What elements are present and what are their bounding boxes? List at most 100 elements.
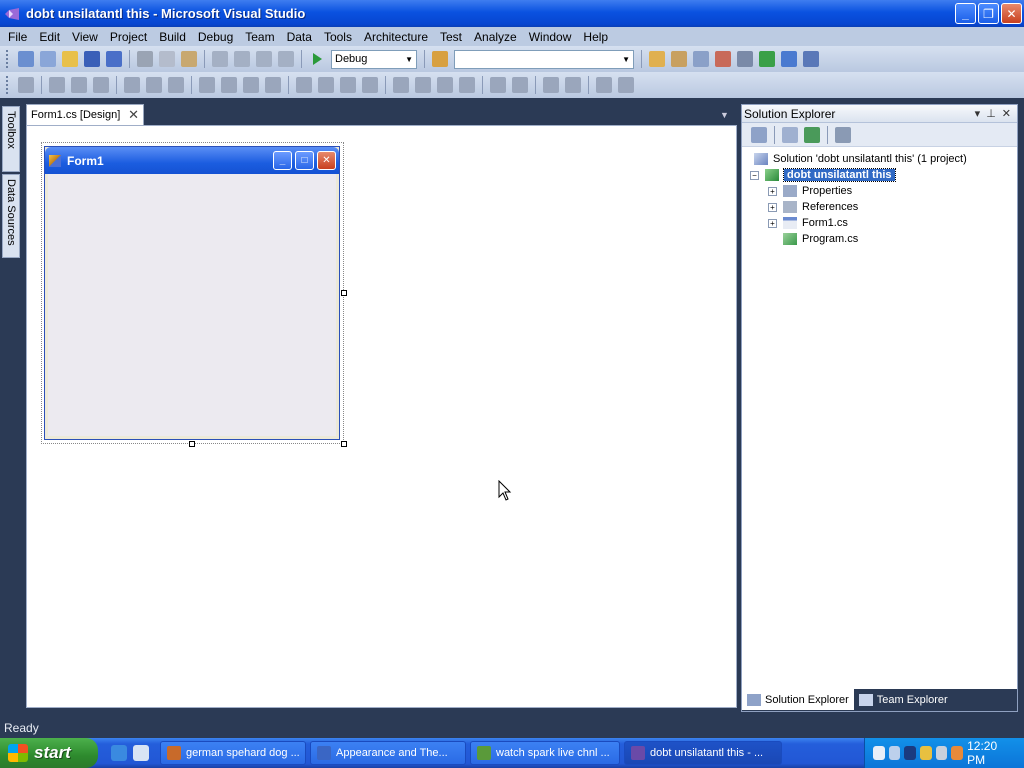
increase-vertical-spacing-icon[interactable] xyxy=(415,77,431,93)
tree-node-solution[interactable]: Solution 'dobt unsilatantl this' (1 proj… xyxy=(742,151,1017,167)
internet-explorer-icon[interactable] xyxy=(111,745,127,761)
security-shield-icon[interactable] xyxy=(920,746,932,760)
view-class-diagram-icon[interactable] xyxy=(835,126,851,143)
solution-configuration-select[interactable]: Debug ▼ xyxy=(331,49,417,69)
lock-controls-icon[interactable] xyxy=(618,77,634,93)
align-rights-icon[interactable] xyxy=(93,77,109,93)
menu-tools[interactable]: Tools xyxy=(318,30,358,44)
menu-analyze[interactable]: Analyze xyxy=(468,30,523,44)
restore-button[interactable]: ❐ xyxy=(978,3,999,24)
tree-node-references[interactable]: + References xyxy=(742,199,1017,215)
start-debugging-icon[interactable] xyxy=(309,51,325,67)
remove-horizontal-spacing-icon[interactable] xyxy=(362,77,378,93)
remove-vertical-spacing-icon[interactable] xyxy=(459,77,475,93)
form1-title-bar[interactable]: Form1 _ □ ✕ xyxy=(45,147,339,174)
undo-icon[interactable] xyxy=(212,51,228,67)
resize-handle-bottom[interactable] xyxy=(189,441,195,447)
object-browser-icon[interactable] xyxy=(693,51,709,67)
minimize-button[interactable]: _ xyxy=(955,3,976,24)
menu-data[interactable]: Data xyxy=(281,30,318,44)
close-button[interactable]: ✕ xyxy=(1001,3,1022,24)
taskbar-item[interactable]: german spehard dog ... xyxy=(160,741,306,765)
menu-build[interactable]: Build xyxy=(153,30,192,44)
menu-debug[interactable]: Debug xyxy=(192,30,239,44)
tab-order-icon[interactable] xyxy=(596,77,612,93)
search-icon[interactable] xyxy=(951,746,964,760)
menu-help[interactable]: Help xyxy=(577,30,614,44)
show-desktop-icon[interactable] xyxy=(133,745,149,761)
menu-edit[interactable]: Edit xyxy=(33,30,66,44)
decrease-vertical-spacing-icon[interactable] xyxy=(437,77,453,93)
form1-window[interactable]: Form1 _ □ ✕ xyxy=(44,146,340,440)
navigate-forward-icon[interactable] xyxy=(278,51,294,67)
toolbox-tab[interactable]: Toolbox xyxy=(2,106,20,172)
tree-node-project[interactable]: − dobt unsilatantl this xyxy=(742,167,1017,183)
open-folder-icon[interactable] xyxy=(62,51,78,67)
center-vertically-icon[interactable] xyxy=(512,77,528,93)
properties-icon[interactable] xyxy=(751,126,767,143)
menu-team[interactable]: Team xyxy=(239,30,280,44)
start-button[interactable]: start xyxy=(0,738,98,768)
active-files-dropdown-icon[interactable]: ▼ xyxy=(720,110,729,120)
redo-icon[interactable] xyxy=(234,51,250,67)
data-sources-tab[interactable]: Data Sources xyxy=(2,174,20,258)
solution-explorer-icon[interactable] xyxy=(649,51,665,67)
make-same-width-icon[interactable] xyxy=(199,77,215,93)
paste-icon[interactable] xyxy=(181,51,197,67)
toolbar-grip[interactable] xyxy=(6,76,9,94)
form1-client-area[interactable] xyxy=(48,174,336,436)
volume-icon[interactable] xyxy=(935,746,948,760)
close-icon[interactable]: ✕ xyxy=(128,107,139,123)
taskbar-item[interactable]: watch spark live chnl ... xyxy=(470,741,620,765)
show-all-files-icon[interactable] xyxy=(782,126,798,143)
copy-icon[interactable] xyxy=(159,51,175,67)
tab-solution-explorer[interactable]: Solution Explorer xyxy=(742,689,854,710)
tree-node-program[interactable]: Program.cs xyxy=(742,231,1017,247)
resize-handle-bottom-right[interactable] xyxy=(341,441,347,447)
expand-icon[interactable]: + xyxy=(768,186,777,196)
command-window-icon[interactable] xyxy=(803,51,819,67)
send-to-back-icon[interactable] xyxy=(565,77,581,93)
add-item-icon[interactable] xyxy=(40,51,56,67)
menu-file[interactable]: File xyxy=(2,30,33,44)
collapse-icon[interactable]: − xyxy=(750,170,759,180)
make-same-size-icon[interactable] xyxy=(265,77,281,93)
bring-to-front-icon[interactable] xyxy=(543,77,559,93)
window-position-dropdown-icon[interactable]: ▾ xyxy=(975,107,981,120)
help-icon[interactable] xyxy=(873,746,885,760)
menu-architecture[interactable]: Architecture xyxy=(358,30,434,44)
network-icon[interactable] xyxy=(904,746,917,760)
menu-view[interactable]: View xyxy=(66,30,104,44)
align-middles-icon[interactable] xyxy=(146,77,162,93)
start-page-icon[interactable] xyxy=(759,51,775,67)
size-to-grid-icon[interactable] xyxy=(221,77,237,93)
align-tops-icon[interactable] xyxy=(124,77,140,93)
menu-window[interactable]: Window xyxy=(523,30,578,44)
chevron-icon[interactable] xyxy=(888,746,901,760)
decrease-horizontal-spacing-icon[interactable] xyxy=(340,77,356,93)
menu-test[interactable]: Test xyxy=(434,30,468,44)
vertical-spacing-equal-icon[interactable] xyxy=(393,77,409,93)
expand-icon[interactable]: + xyxy=(768,202,777,212)
new-project-icon[interactable] xyxy=(18,51,34,67)
save-all-icon[interactable] xyxy=(106,51,122,67)
resize-handle-right[interactable] xyxy=(341,290,347,296)
tree-node-properties[interactable]: + Properties xyxy=(742,183,1017,199)
properties-window-icon[interactable] xyxy=(671,51,687,67)
document-outline-icon[interactable] xyxy=(781,51,797,67)
align-bottoms-icon[interactable] xyxy=(168,77,184,93)
find-combo[interactable]: ▼ xyxy=(454,49,634,69)
extension-manager-icon[interactable] xyxy=(737,51,753,67)
align-centers-icon[interactable] xyxy=(71,77,87,93)
align-to-grid-icon[interactable] xyxy=(18,77,34,93)
find-in-files-icon[interactable] xyxy=(432,51,448,67)
navigate-back-icon[interactable] xyxy=(256,51,272,67)
taskbar-item-active[interactable]: dobt unsilatantl this - ... xyxy=(624,741,782,765)
make-same-height-icon[interactable] xyxy=(243,77,259,93)
refresh-icon[interactable] xyxy=(804,126,820,143)
tab-form1-design[interactable]: Form1.cs [Design] ✕ xyxy=(26,104,144,125)
tree-node-form1[interactable]: + Form1.cs xyxy=(742,215,1017,231)
toolbar-grip[interactable] xyxy=(6,50,9,68)
save-icon[interactable] xyxy=(84,51,100,67)
menu-project[interactable]: Project xyxy=(104,30,153,44)
